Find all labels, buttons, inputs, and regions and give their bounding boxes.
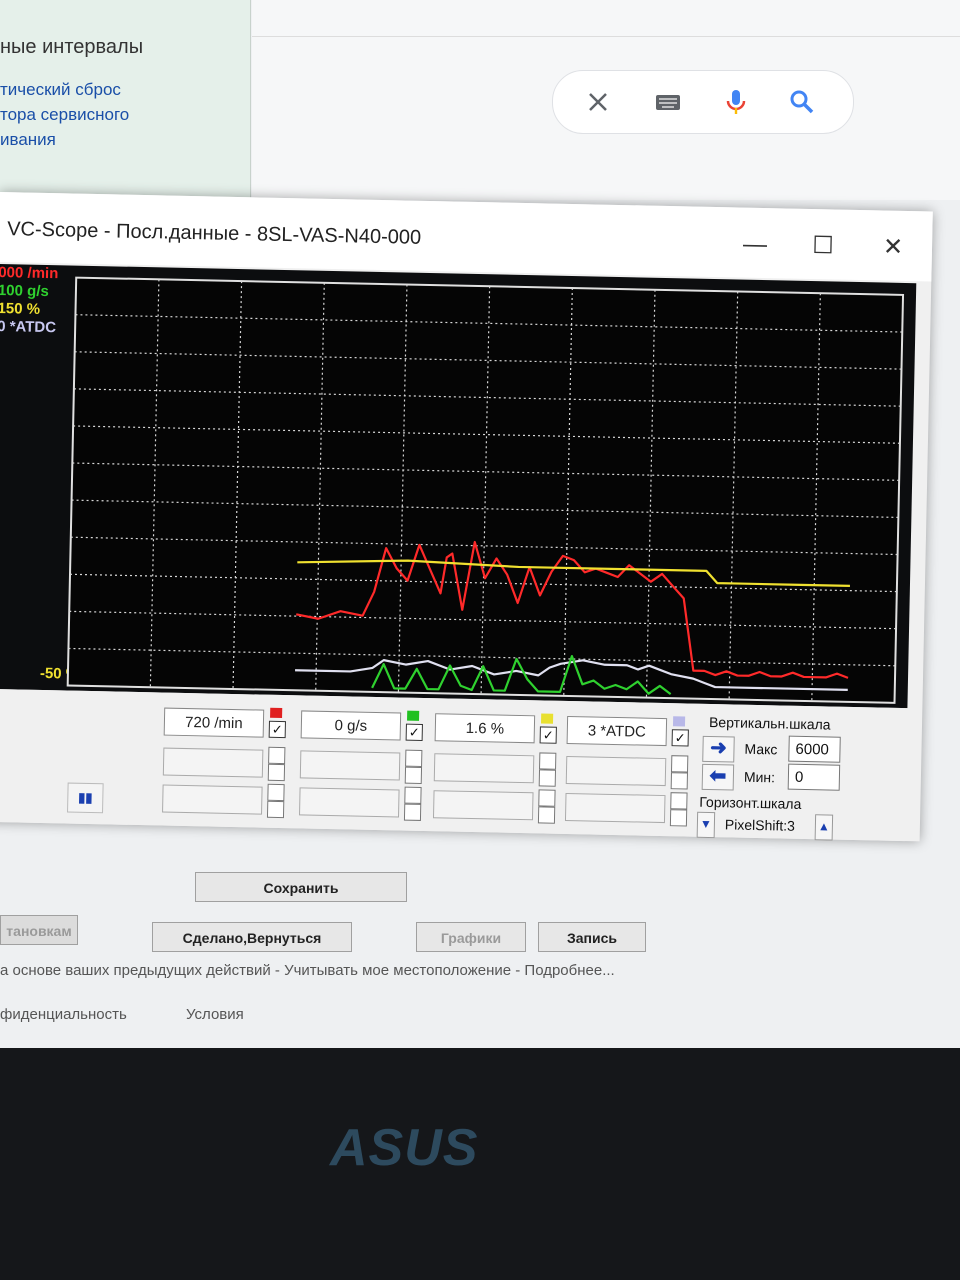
channel-value-2: 1.6 % <box>434 713 536 744</box>
footer-location-line: а основе ваших предыдущих действий - Учи… <box>0 962 615 979</box>
channel-slot-checkbox[interactable] <box>266 800 285 819</box>
vc-scope-window: VC-Scope - Посл.данные - 8SL-VAS-N40-000… <box>0 192 933 842</box>
control-panel: 720 /min ✓ 0 g/s ✓ 1.6 % ✓ 3 *ATDC ✓ ▮▮ Вертика… <box>0 688 908 842</box>
channel-enable-checkbox[interactable]: ✓ <box>671 729 689 747</box>
channel-color-swatch <box>270 707 283 719</box>
channel-slot-checkbox[interactable] <box>538 789 556 807</box>
channel-slot-checkbox[interactable] <box>669 809 688 827</box>
channel-slot-checkbox[interactable] <box>537 806 556 824</box>
channel-slot-checkbox[interactable] <box>267 783 285 802</box>
save-button[interactable]: Сохранить <box>195 872 407 902</box>
channel-empty-slot <box>564 792 666 824</box>
record-button[interactable]: Запись <box>538 922 646 952</box>
channel-empty-slot <box>162 784 263 815</box>
maximize-button[interactable]: ☐ <box>803 231 844 262</box>
channel-color-swatch <box>672 716 686 727</box>
channel-enable-checkbox[interactable]: ✓ <box>268 720 286 739</box>
scale-up-button[interactable]: ➜ <box>702 735 735 763</box>
channel-value-3: 3 *ATDC <box>566 715 668 747</box>
footer-terms-link[interactable]: Условия <box>186 1006 244 1023</box>
microphone-icon[interactable] <box>721 87 751 117</box>
search-bar[interactable] <box>552 70 854 134</box>
arrow-left-icon: ⬅ <box>709 764 727 788</box>
channel-empty-slot <box>162 747 264 778</box>
channel-slot-checkbox[interactable] <box>670 792 688 810</box>
channel-slot-checkbox[interactable] <box>268 746 286 765</box>
spin-down-icon: ▼ <box>699 816 713 832</box>
channel-empty-slot <box>299 787 400 818</box>
channel-slot-checkbox[interactable] <box>403 803 422 821</box>
scale-down-button[interactable]: ⬅ <box>701 763 735 791</box>
channel-slot-checkbox[interactable] <box>405 749 423 767</box>
channel-slot-checkbox[interactable] <box>670 772 688 790</box>
channel-enable-checkbox[interactable]: ✓ <box>405 723 423 741</box>
channel-color-swatch <box>407 710 420 721</box>
pixelshift-up-button[interactable]: ▲ <box>814 814 834 841</box>
scope-frame <box>66 276 905 704</box>
channel-slot-checkbox[interactable] <box>539 752 557 770</box>
service-sidebar: ные интервалы тический сброс тора сервис… <box>0 0 251 200</box>
channel-empty-slot <box>299 750 401 781</box>
channel-slot-checkbox[interactable] <box>404 786 422 804</box>
pause-button[interactable]: ▮▮ <box>67 782 104 814</box>
graphs-button[interactable]: Графики <box>416 922 526 952</box>
channel-empty-slot <box>432 790 534 821</box>
footer-privacy-link[interactable]: фиденциальность <box>0 1006 127 1023</box>
brand-logo: ASUS <box>330 1119 479 1177</box>
channel-color-swatch <box>540 713 554 724</box>
channel-value-1: 0 g/s <box>300 710 402 741</box>
oscilloscope-panel: 000 /min 100 g/s 150 % 0 *ATDC -50 % <box>0 263 917 709</box>
sidebar-link-service[interactable]: ивания <box>0 130 56 150</box>
pixelshift-down-button[interactable]: ▼ <box>696 811 716 839</box>
laptop-bezel <box>0 1048 960 1280</box>
channel-enable-checkbox[interactable]: ✓ <box>539 726 557 744</box>
channel-slot-checkbox[interactable] <box>670 755 689 773</box>
done-back-button[interactable]: Сделано,Вернуться <box>152 922 352 952</box>
browser-area <box>252 0 960 200</box>
channel-value-0: 720 /min <box>163 707 265 738</box>
minimize-button[interactable]: — <box>735 229 776 260</box>
spin-up-icon: ▲ <box>817 819 830 834</box>
min-label: Мин: <box>743 768 776 786</box>
settings-button[interactable]: тановкам <box>0 915 78 945</box>
channel-empty-slot <box>433 753 535 784</box>
pixelshift-value: PixelShift:3 <box>724 816 796 834</box>
channel-slot-checkbox[interactable] <box>267 763 286 782</box>
keyboard-icon[interactable] <box>653 87 683 117</box>
horizontal-scale-label: Горизонт.шкала <box>699 793 802 812</box>
channel-empty-slot <box>565 755 667 787</box>
desktop-screen: ные интервалы тический сброс тора сервис… <box>0 0 960 1048</box>
channel-slot-checkbox[interactable] <box>538 769 557 787</box>
min-input[interactable]: 0 <box>787 763 841 791</box>
search-icon[interactable] <box>787 87 817 117</box>
sidebar-link-indicator[interactable]: тора сервисного <box>0 105 129 125</box>
arrow-right-icon: ➜ <box>709 736 728 760</box>
close-button[interactable]: ✕ <box>873 232 914 263</box>
clear-icon[interactable] <box>583 87 613 117</box>
vertical-scale-label: Вертикальн.шкала <box>708 713 831 733</box>
scope-chart <box>66 276 905 704</box>
divider <box>252 36 960 37</box>
sidebar-heading: ные интервалы <box>0 36 144 58</box>
window-title: VC-Scope - Посл.данные - 8SL-VAS-N40-000 <box>6 218 422 249</box>
channel-slot-checkbox[interactable] <box>404 766 423 784</box>
max-label: Макс <box>744 740 778 758</box>
max-input[interactable]: 6000 <box>788 735 841 763</box>
sidebar-link-reset[interactable]: тический сброс <box>0 80 121 100</box>
